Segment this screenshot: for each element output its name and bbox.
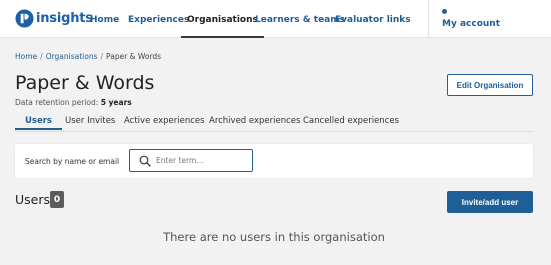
users-count-badge: 0 [50, 191, 64, 208]
tab-archived-experiences[interactable]: Archived experiences [209, 110, 300, 130]
empty-users-message: There are no users in this organisation [163, 230, 385, 244]
my-account-link[interactable]: My account [442, 19, 500, 29]
invite-add-user-button[interactable]: Invite/add user [447, 191, 533, 213]
top-navigation-bar: insights Home Experiences Organisations … [0, 0, 551, 38]
tab-user-invites[interactable]: User Invites [65, 110, 115, 130]
organisation-tabs: Users User Invites Active experiences Ar… [15, 110, 533, 132]
nav-divider [428, 0, 429, 38]
insights-logo[interactable]: insights [15, 9, 93, 28]
breadcrumb-organisations[interactable]: Organisations [46, 52, 98, 61]
tab-cancelled-experiences[interactable]: Cancelled experiences [303, 110, 399, 130]
users-heading: Users [15, 192, 51, 207]
breadcrumb-home[interactable]: Home [15, 52, 37, 61]
search-box[interactable] [129, 149, 253, 172]
retention-label: Data retention period: [15, 98, 99, 107]
edit-organisation-button[interactable]: Edit Organisation [447, 74, 533, 96]
page-title: Paper & Words [15, 72, 155, 94]
search-input[interactable] [156, 153, 248, 168]
search-panel: Search by name or email [15, 144, 533, 178]
brand-name: insights [36, 11, 93, 26]
notification-dot-icon [442, 9, 447, 14]
tab-users[interactable]: Users [15, 110, 62, 130]
breadcrumb: Home / Organisations / Paper & Words [15, 52, 161, 61]
nav-organisations[interactable]: Organisations [181, 0, 264, 38]
retention-value: 5 years [100, 98, 132, 107]
nav-evaluator-links[interactable]: Evaluator links [335, 0, 411, 38]
breadcrumb-current: Paper & Words [106, 52, 162, 61]
data-retention-period: Data retention period: 5 years [15, 98, 132, 107]
insights-logo-icon [15, 9, 34, 28]
tab-active-experiences[interactable]: Active experiences [124, 110, 205, 130]
breadcrumb-separator: / [100, 52, 104, 61]
search-icon [139, 155, 151, 167]
search-label: Search by name or email [25, 157, 120, 166]
breadcrumb-separator: / [40, 52, 43, 61]
nav-home[interactable]: Home [90, 0, 119, 38]
tabs-divider [15, 131, 533, 132]
nav-learners-teams[interactable]: Learners & teams [255, 0, 345, 38]
